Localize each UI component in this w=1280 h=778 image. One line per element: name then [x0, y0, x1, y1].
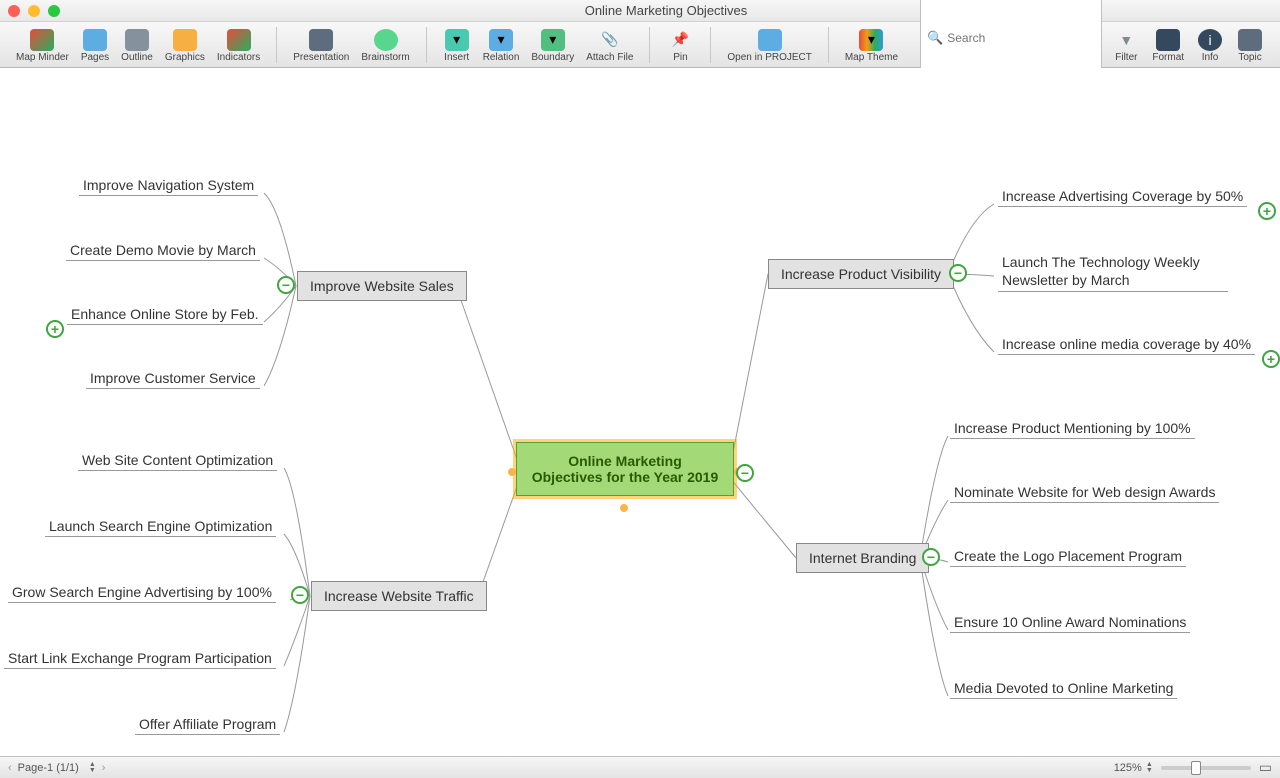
collapse-toggle-central[interactable]: − [736, 464, 754, 482]
minimize-window-button[interactable] [28, 5, 40, 17]
search-input[interactable] [947, 31, 1095, 45]
zoom-stepper[interactable]: ▲▼ [1146, 762, 1153, 774]
leaf-item[interactable]: Improve Navigation System [79, 177, 258, 196]
expand-toggle-enhance-store[interactable]: + [46, 320, 64, 338]
leaf-item[interactable]: Increase Advertising Coverage by 50% [998, 188, 1247, 207]
leaf-item[interactable]: Media Devoted to Online Marketing [950, 680, 1177, 699]
format-button[interactable]: Format [1146, 27, 1190, 63]
brainstorm-button[interactable]: Brainstorm [355, 27, 415, 63]
relation-icon: ▾ [489, 29, 513, 51]
expand-toggle-advertising[interactable]: + [1258, 202, 1276, 220]
outline-icon [125, 29, 149, 51]
branch-branding[interactable]: Internet Branding [796, 543, 929, 573]
pin-button[interactable]: 📌Pin [660, 27, 700, 63]
info-icon: i [1198, 29, 1222, 51]
central-line2: Objectives for the Year 2019 [531, 469, 719, 485]
next-page-button[interactable]: › [102, 762, 106, 774]
selection-handle[interactable] [508, 468, 516, 476]
leaf-item[interactable]: Web Site Content Optimization [78, 452, 277, 471]
zoom-window-button[interactable] [48, 5, 60, 17]
insert-icon: ▾ [445, 29, 469, 51]
presentation-button[interactable]: Presentation [287, 27, 355, 63]
zoom-slider[interactable] [1161, 766, 1251, 770]
branch-improve-sales[interactable]: Improve Website Sales [297, 271, 467, 301]
leaf-item[interactable]: Improve Customer Service [86, 370, 260, 389]
expand-toggle-media-coverage[interactable]: + [1262, 350, 1280, 368]
collapse-toggle-visibility[interactable]: − [949, 264, 967, 282]
format-icon [1156, 29, 1180, 51]
collapse-toggle-traffic[interactable]: − [291, 586, 309, 604]
leaf-item[interactable]: Offer Affiliate Program [135, 716, 280, 735]
zoom-thumb[interactable] [1191, 761, 1201, 775]
info-button[interactable]: iInfo [1190, 27, 1230, 63]
attach-file-button[interactable]: 📎Attach File [580, 27, 639, 63]
outline-button[interactable]: Outline [115, 27, 159, 63]
central-line1: Online Marketing [531, 453, 719, 469]
presentation-icon [309, 29, 333, 51]
graphics-button[interactable]: Graphics [159, 27, 211, 63]
pin-icon: 📌 [668, 29, 692, 51]
indicators-icon [227, 29, 251, 51]
boundary-button[interactable]: ▾Boundary [525, 27, 580, 63]
map-minder-icon [30, 29, 54, 51]
paperclip-icon: 📎 [598, 29, 622, 51]
relation-button[interactable]: ▾Relation [477, 27, 526, 63]
branch-traffic[interactable]: Increase Website Traffic [311, 581, 487, 611]
search-icon: 🔍 [927, 30, 943, 46]
leaf-item[interactable]: Create the Logo Placement Program [950, 548, 1186, 567]
leaf-item[interactable]: Increase online media coverage by 40% [998, 336, 1255, 355]
leaf-item[interactable]: Grow Search Engine Advertising by 100% [8, 584, 276, 603]
prev-page-button[interactable]: ‹ [8, 762, 12, 774]
filter-button[interactable]: ▼Filter [1106, 27, 1146, 63]
leaf-item[interactable]: Create Demo Movie by March [66, 242, 260, 261]
map-theme-button[interactable]: ▾Map Theme [839, 27, 904, 63]
central-topic[interactable]: Online Marketing Objectives for the Year… [516, 442, 734, 496]
insert-button[interactable]: ▾Insert [437, 27, 477, 63]
page-stepper[interactable]: ▲▼ [89, 762, 96, 774]
topic-icon [1238, 29, 1262, 51]
graphics-icon [173, 29, 197, 51]
leaf-item[interactable]: Launch Search Engine Optimization [45, 518, 276, 537]
leaf-item[interactable]: Nominate Website for Web design Awards [950, 484, 1219, 503]
fit-page-button[interactable]: ▭ [1259, 759, 1272, 776]
toolbar: Map Minder Pages Outline Graphics Indica… [0, 22, 1280, 68]
leaf-item[interactable]: Increase Product Mentioning by 100% [950, 420, 1195, 439]
zoom-level: 125% [1114, 762, 1142, 774]
open-project-button[interactable]: Open in PROJECT [721, 27, 817, 63]
filter-icon: ▼ [1114, 29, 1138, 51]
topic-button[interactable]: Topic [1230, 27, 1270, 63]
boundary-icon: ▾ [541, 29, 565, 51]
leaf-item[interactable]: Start Link Exchange Program Participatio… [4, 650, 276, 669]
indicators-button[interactable]: Indicators [211, 27, 266, 63]
page-indicator: Page-1 (1/1) [18, 762, 79, 774]
selection-handle[interactable] [620, 504, 628, 512]
pages-icon [83, 29, 107, 51]
leaf-item[interactable]: Launch The Technology Weekly Newsletter … [998, 253, 1228, 292]
pages-button[interactable]: Pages [75, 27, 115, 63]
brainstorm-icon [374, 29, 398, 51]
collapse-toggle-sales[interactable]: − [277, 276, 295, 294]
branch-visibility[interactable]: Increase Product Visibility [768, 259, 954, 289]
map-minder-button[interactable]: Map Minder [10, 27, 75, 63]
mindmap-canvas[interactable]: Online Marketing Objectives for the Year… [0, 68, 1280, 756]
close-window-button[interactable] [8, 5, 20, 17]
collapse-toggle-branding[interactable]: − [922, 548, 940, 566]
leaf-item[interactable]: Enhance Online Store by Feb. [67, 306, 263, 325]
statusbar: ‹ Page-1 (1/1) ▲▼ › 125% ▲▼ ▭ [0, 756, 1280, 778]
theme-icon: ▾ [859, 29, 883, 51]
leaf-item[interactable]: Ensure 10 Online Award Nominations [950, 614, 1190, 633]
project-icon [758, 29, 782, 51]
